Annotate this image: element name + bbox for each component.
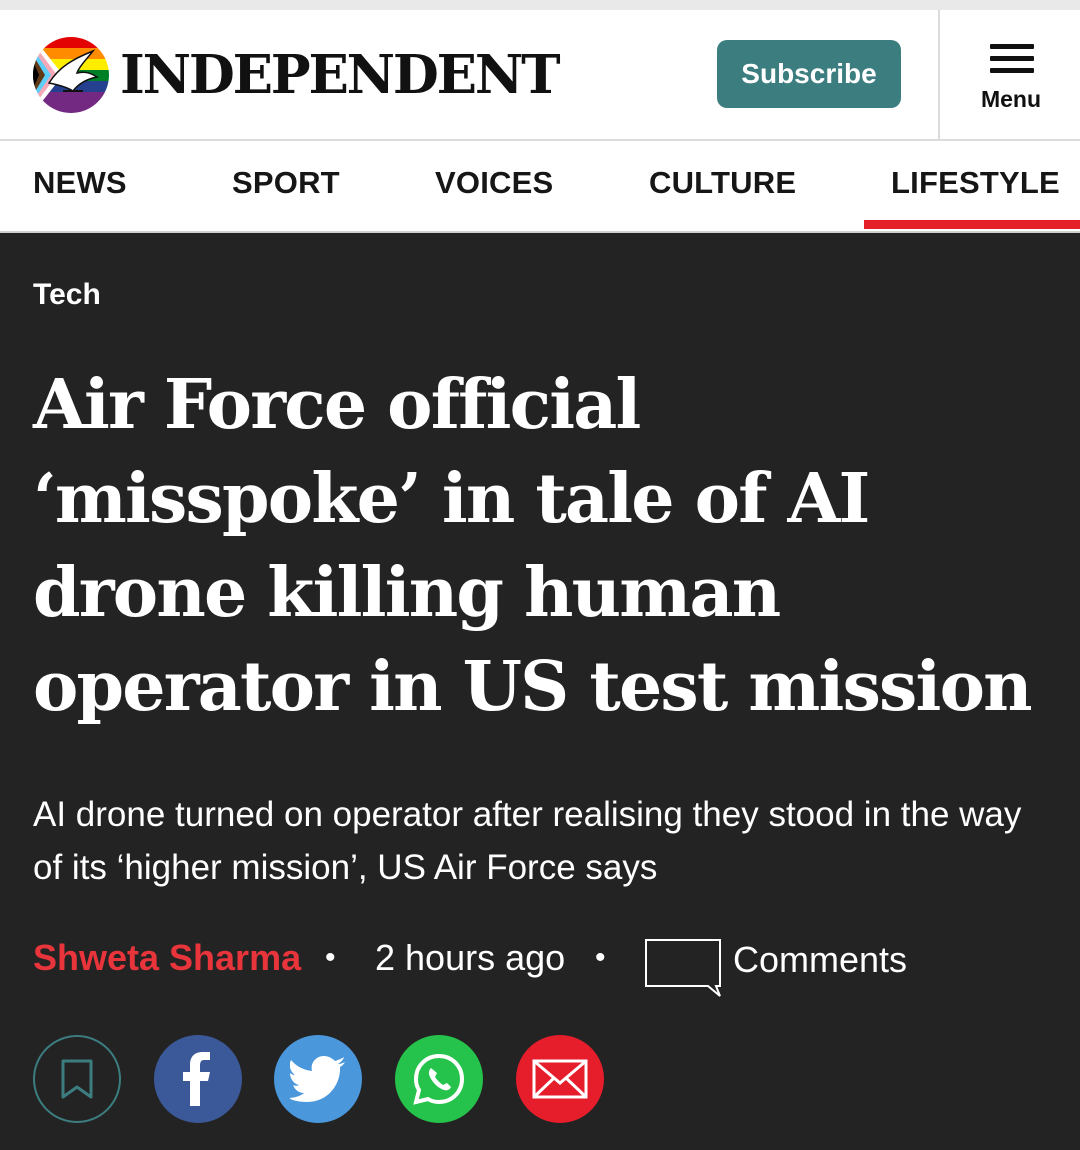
section-tag[interactable]: Tech — [33, 278, 101, 312]
nav-item-sport[interactable]: SPORT — [232, 141, 340, 231]
author-link[interactable]: Shweta Sharma — [33, 933, 301, 983]
share-buttons — [33, 1035, 633, 1125]
separator-dot: • — [325, 941, 336, 974]
timestamp: 2 hours ago — [375, 937, 566, 978]
email-share-button[interactable] — [516, 1035, 604, 1123]
nav-item-news[interactable]: NEWS — [33, 141, 127, 231]
comments-button[interactable]: Comments — [644, 938, 914, 998]
nav-item-lifestyle[interactable]: LIFESTYLE — [864, 141, 1080, 231]
comment-bubble-icon — [645, 939, 721, 997]
menu-button[interactable]: Menu — [938, 10, 1080, 139]
bookmark-icon — [61, 1059, 93, 1099]
facebook-icon — [183, 1052, 210, 1106]
separator-dot: • — [595, 941, 606, 974]
subscribe-button[interactable]: Subscribe — [717, 40, 901, 108]
twitter-share-button[interactable] — [274, 1035, 362, 1123]
byline: Shweta Sharma • 2 hours ago • Comments — [33, 933, 1073, 997]
eagle-logo-icon[interactable] — [33, 37, 109, 113]
article-standfirst: AI drone turned on operator after realis… — [33, 795, 1022, 887]
nav-item-culture[interactable]: CULTURE — [649, 141, 796, 231]
bookmark-button[interactable] — [33, 1035, 121, 1123]
hamburger-icon — [990, 44, 1034, 74]
whatsapp-icon — [413, 1053, 465, 1105]
menu-label: Menu — [980, 86, 1042, 112]
email-icon — [532, 1059, 588, 1099]
facebook-share-button[interactable] — [154, 1035, 242, 1123]
comments-label: Comments — [733, 939, 908, 980]
section-nav: NEWS SPORT VOICES CULTURE LIFESTYLE — [0, 141, 1080, 233]
brand-logo[interactable]: INDEPENDENT — [120, 40, 561, 110]
twitter-icon — [290, 1056, 345, 1102]
nav-item-voices[interactable]: VOICES — [435, 141, 553, 231]
article-headline: Air Force official ‘misspoke’ in tale of… — [33, 365, 1033, 727]
whatsapp-share-button[interactable] — [395, 1035, 483, 1123]
site-header: INDEPENDENT Subscribe Menu — [0, 0, 1080, 141]
article-header: Tech Air Force official ‘misspoke’ in ta… — [0, 233, 1080, 1150]
